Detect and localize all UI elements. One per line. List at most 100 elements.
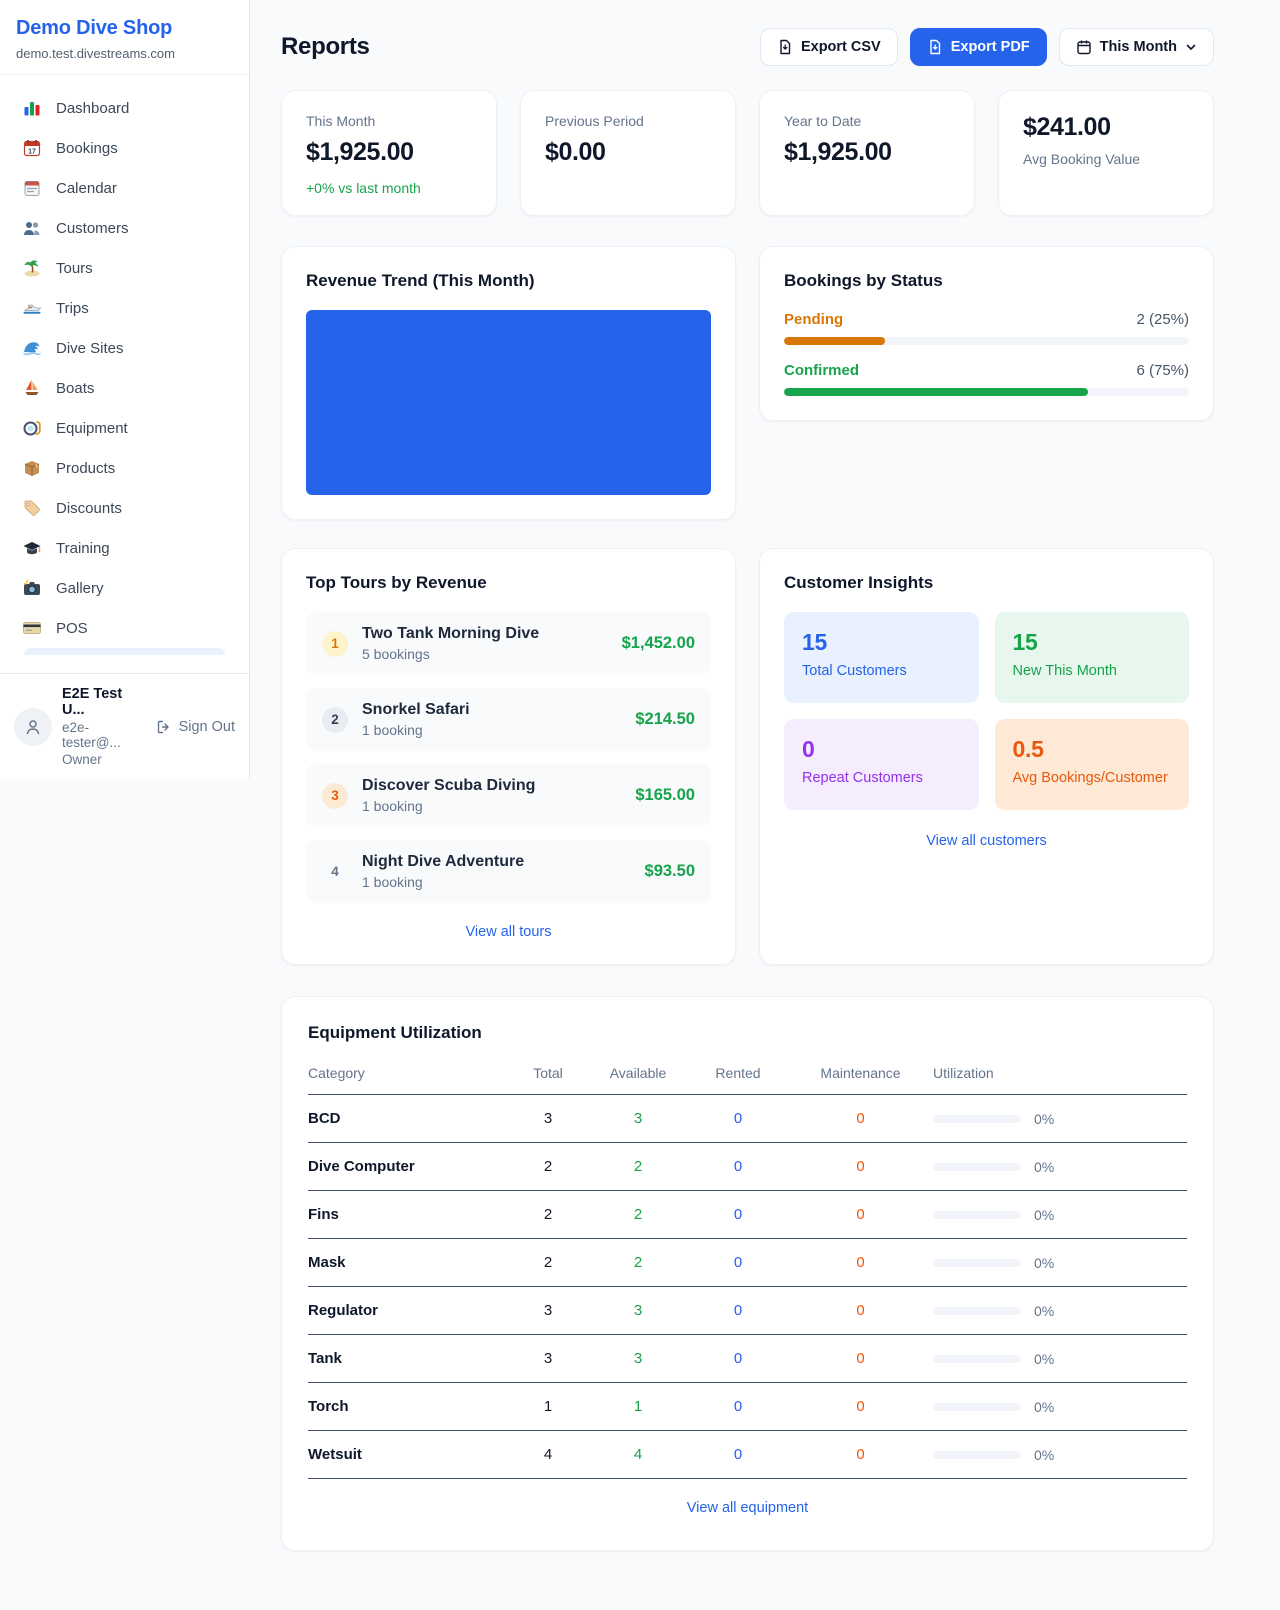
sidebar-item-label: Boats [56, 380, 94, 397]
shop-name: Demo Dive Shop [16, 17, 233, 40]
equipment-maintenance: 0 [788, 1302, 933, 1319]
column-header-available: Available [588, 1065, 688, 1081]
utilization-bar [933, 1403, 1021, 1411]
sidebar-item-training[interactable]: Training [12, 528, 237, 568]
equipment-total: 1 [508, 1398, 588, 1415]
utilization-percent: 0% [1034, 1399, 1054, 1415]
rank-badge: 3 [322, 783, 348, 809]
status-label: Pending [784, 311, 843, 328]
user-info: E2E Test U... e2e-tester@... Owner [62, 686, 146, 767]
utilization-percent: 0% [1034, 1207, 1054, 1223]
chevron-down-icon [1185, 41, 1197, 53]
status-count: 6 (75%) [1136, 362, 1189, 379]
table-row: Mask 2 2 0 0 0% [308, 1239, 1187, 1287]
export-csv-label: Export CSV [801, 39, 881, 55]
shop-header: Demo Dive Shop demo.test.divestreams.com [0, 0, 249, 75]
equipment-total: 3 [508, 1302, 588, 1319]
sidebar-item-label: Customers [56, 220, 129, 237]
utilization-percent: 0% [1034, 1303, 1054, 1319]
people-icon [22, 218, 42, 238]
sidebar-item-products[interactable]: Products [12, 448, 237, 488]
equipment-maintenance: 0 [788, 1350, 933, 1367]
equipment-rented: 0 [688, 1350, 788, 1367]
table-row: Tank 3 3 0 0 0% [308, 1335, 1187, 1383]
view-all-equipment-link[interactable]: View all equipment [308, 1500, 1187, 1516]
user-name: E2E Test U... [62, 686, 146, 718]
equipment-total: 2 [508, 1206, 588, 1223]
sidebar-item-label: Products [56, 460, 115, 477]
tile-total-customers: 15 Total Customers [784, 612, 979, 703]
sidebar-item-boats[interactable]: Boats [12, 368, 237, 408]
equipment-rented: 0 [688, 1302, 788, 1319]
header-actions: Export CSV Export PDF This Month [760, 28, 1214, 66]
stat-label: Previous Period [545, 113, 711, 129]
sidebar-item-tours[interactable]: Tours [12, 248, 237, 288]
sidebar-item-label: Dashboard [56, 100, 129, 117]
credit-card-icon [22, 618, 42, 638]
sidebar-item-label: Equipment [56, 420, 128, 437]
equipment-category: Regulator [308, 1302, 508, 1319]
stat-value: $1,925.00 [306, 138, 472, 167]
utilization-bar [933, 1451, 1021, 1459]
sidebar-item-label: Calendar [56, 180, 117, 197]
tile-repeat-customers: 0 Repeat Customers [784, 719, 979, 810]
sidebar-item-gallery[interactable]: Gallery [12, 568, 237, 608]
wave-icon [22, 338, 42, 358]
export-csv-button[interactable]: Export CSV [760, 28, 898, 66]
equipment-utilization-title: Equipment Utilization [308, 1023, 1187, 1043]
status-count: 2 (25%) [1136, 311, 1189, 328]
page-title: Reports [281, 33, 370, 61]
bookings-by-status-title: Bookings by Status [784, 271, 1189, 291]
stat-label: Avg Booking Value [1023, 151, 1189, 167]
period-dropdown[interactable]: This Month [1059, 28, 1214, 66]
sidebar-item-bookings[interactable]: 17 Bookings [12, 128, 237, 168]
tile-label: Avg Bookings/Customer [1013, 770, 1172, 786]
table-row: Wetsuit 4 4 0 0 0% [308, 1431, 1187, 1479]
sidebar-item-reports-active-partial[interactable] [24, 648, 225, 655]
export-pdf-button[interactable]: Export PDF [910, 28, 1047, 66]
equipment-total: 2 [508, 1158, 588, 1175]
stat-card-previous-period: Previous Period $0.00 [520, 90, 736, 216]
sidebar-item-dashboard[interactable]: Dashboard [12, 88, 237, 128]
progress-track [784, 388, 1189, 396]
tile-label: Repeat Customers [802, 770, 961, 786]
stat-card-year-to-date: Year to Date $1,925.00 [759, 90, 975, 216]
utilization-bar [933, 1307, 1021, 1315]
equipment-available: 2 [588, 1206, 688, 1223]
user-email: e2e-tester@... [62, 720, 146, 750]
sidebar-item-dive-sites[interactable]: Dive Sites [12, 328, 237, 368]
sidebar-item-trips[interactable]: Trips [12, 288, 237, 328]
file-download-icon [927, 39, 943, 55]
equipment-rented: 0 [688, 1254, 788, 1271]
sign-out-label: Sign Out [179, 719, 235, 735]
equipment-rented: 0 [688, 1110, 788, 1127]
utilization-bar [933, 1211, 1021, 1219]
equipment-rented: 0 [688, 1206, 788, 1223]
sign-out-button[interactable]: Sign Out [156, 719, 235, 735]
sidebar-item-label: Discounts [56, 500, 122, 517]
tour-row: 3 Discover Scuba Diving 1 booking $165.0… [306, 764, 711, 827]
sidebar-item-discounts[interactable]: Discounts [12, 488, 237, 528]
equipment-category: Fins [308, 1206, 508, 1223]
tile-avg-bookings-customer: 0.5 Avg Bookings/Customer [995, 719, 1190, 810]
revenue-trend-card: Revenue Trend (This Month) [281, 246, 736, 520]
sidebar-item-pos[interactable]: POS [12, 608, 237, 648]
rank-badge: 4 [322, 859, 348, 885]
sidebar: Demo Dive Shop demo.test.divestreams.com… [0, 0, 250, 779]
tour-bookings: 1 booking [362, 722, 621, 738]
top-tours-card: Top Tours by Revenue 1 Two Tank Morning … [281, 548, 736, 965]
equipment-category: Tank [308, 1350, 508, 1367]
sidebar-item-calendar[interactable]: Calendar [12, 168, 237, 208]
utilization-percent: 0% [1034, 1111, 1054, 1127]
sidebar-item-equipment[interactable]: Equipment [12, 408, 237, 448]
view-all-tours-link[interactable]: View all tours [306, 924, 711, 940]
tour-name: Discover Scuba Diving [362, 777, 621, 795]
equipment-available: 3 [588, 1110, 688, 1127]
view-all-customers-link[interactable]: View all customers [784, 833, 1189, 849]
equipment-available: 2 [588, 1158, 688, 1175]
insight-tiles: 15 Total Customers 15 New This Month 0 R… [784, 612, 1189, 810]
sidebar-item-customers[interactable]: Customers [12, 208, 237, 248]
tour-bookings: 1 booking [362, 874, 631, 890]
progress-track [784, 337, 1189, 345]
svg-text:17: 17 [28, 149, 36, 156]
